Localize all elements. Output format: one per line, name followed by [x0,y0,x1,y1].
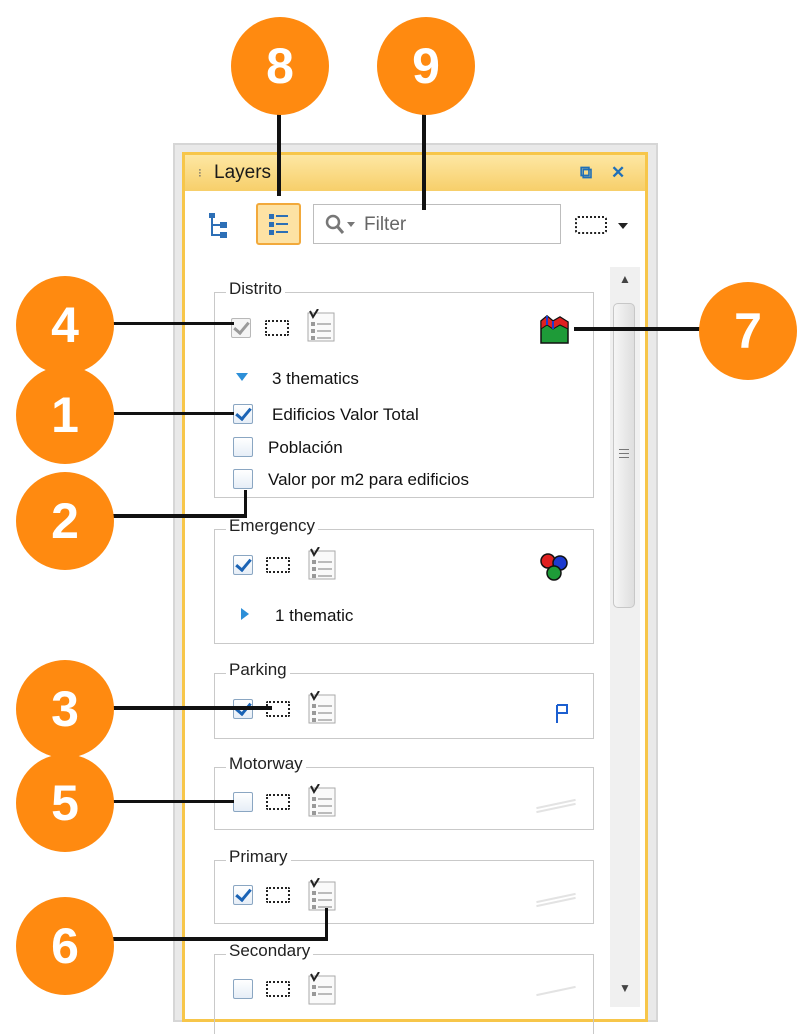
selection-mode-dropdown[interactable] [574,213,634,242]
layer-group-emergency: Emergency [214,516,594,644]
callout-leader-1 [110,412,234,415]
callout-badge: 3 [16,660,114,758]
thematic-checkbox[interactable] [233,469,253,489]
parking-flag-icon [556,704,568,723]
callout-leader-9 [422,100,426,210]
callout-leader-5 [110,800,234,803]
callout-badge: 8 [231,17,329,115]
callout-leader-2-vertical [244,490,247,518]
tree-view-button[interactable] [206,210,234,242]
layer-visibility-checkbox[interactable] [233,792,253,812]
callout-leader-7 [574,327,709,331]
layer-visibility-checkbox[interactable] [233,555,253,575]
tree-view-icon [209,213,227,238]
thematic-checkbox[interactable] [233,404,253,424]
selectable-icon[interactable] [265,320,289,336]
layer-visibility-checkbox[interactable] [233,979,253,999]
layer-group-title: Emergency [226,516,318,536]
callout-badge: 6 [16,897,114,995]
thematic-label: Edificios Valor Total [272,405,419,424]
callout-leader-6-vertical [325,908,328,940]
legend-list-icon[interactable] [307,547,337,581]
layer-group-title: Secondary [226,941,314,961]
scroll-grip-icon [619,449,629,461]
callout-leader-6 [110,937,328,941]
close-icon[interactable]: ✕ [611,163,625,183]
legend-list-icon[interactable] [307,691,337,725]
callout-leader-2 [110,514,246,518]
list-view-button[interactable] [256,203,301,245]
callout-leader-3 [110,706,272,710]
filter-field[interactable] [313,204,561,244]
selectable-icon[interactable] [266,887,290,903]
panel-title: Layers [214,162,272,183]
selectable-icon[interactable] [266,557,290,573]
callout-badge: 2 [16,472,114,570]
callout-badge: 9 [377,17,475,115]
grip-icon[interactable]: ⁝ [198,166,202,180]
scroll-up-arrow-icon[interactable]: ▲ [610,272,640,292]
legend-list-icon[interactable] [307,784,337,818]
selectable-icon[interactable] [266,794,290,810]
selection-rectangle-icon [575,216,628,234]
point-symbols-icon [540,553,568,581]
thematic-label: Población [268,438,343,457]
legend-list-icon[interactable] [307,878,337,912]
callout-badge: 1 [16,366,114,464]
thematic-map-icon [540,315,569,344]
layer-group-title: Motorway [226,754,306,774]
filter-input[interactable] [362,212,556,238]
selectable-icon[interactable] [266,981,290,997]
layer-group-title: Primary [226,847,291,867]
layer-visibility-checkbox[interactable] [233,885,253,905]
layers-scrollbar[interactable]: ▲ ▼ [610,267,640,1007]
list-view-icon [269,214,288,235]
legend-list-icon[interactable] [307,972,337,1006]
restore-icon[interactable]: ⧉ [580,163,592,183]
scroll-down-arrow-icon[interactable]: ▼ [610,981,640,1001]
collapsed-arrow-icon[interactable] [241,608,249,620]
thematic-label: Valor por m2 para edificios [268,470,469,489]
callout-leader-4 [110,322,234,325]
layer-group-title: Distrito [226,279,285,299]
search-icon[interactable] [324,213,360,237]
layer-visibility-checkbox[interactable] [231,318,251,338]
layer-group-title: Parking [226,660,290,680]
legend-list-icon[interactable] [306,309,336,343]
scroll-thumb[interactable] [613,303,635,608]
callout-badge: 5 [16,754,114,852]
expand-arrow-icon[interactable] [236,373,248,381]
thematics-toggle[interactable]: 1 thematic [275,606,353,626]
thematics-toggle[interactable]: 3 thematics [272,369,359,389]
thematic-checkbox[interactable] [233,437,253,457]
callout-badge: 4 [16,276,114,374]
callout-badge: 7 [699,282,797,380]
